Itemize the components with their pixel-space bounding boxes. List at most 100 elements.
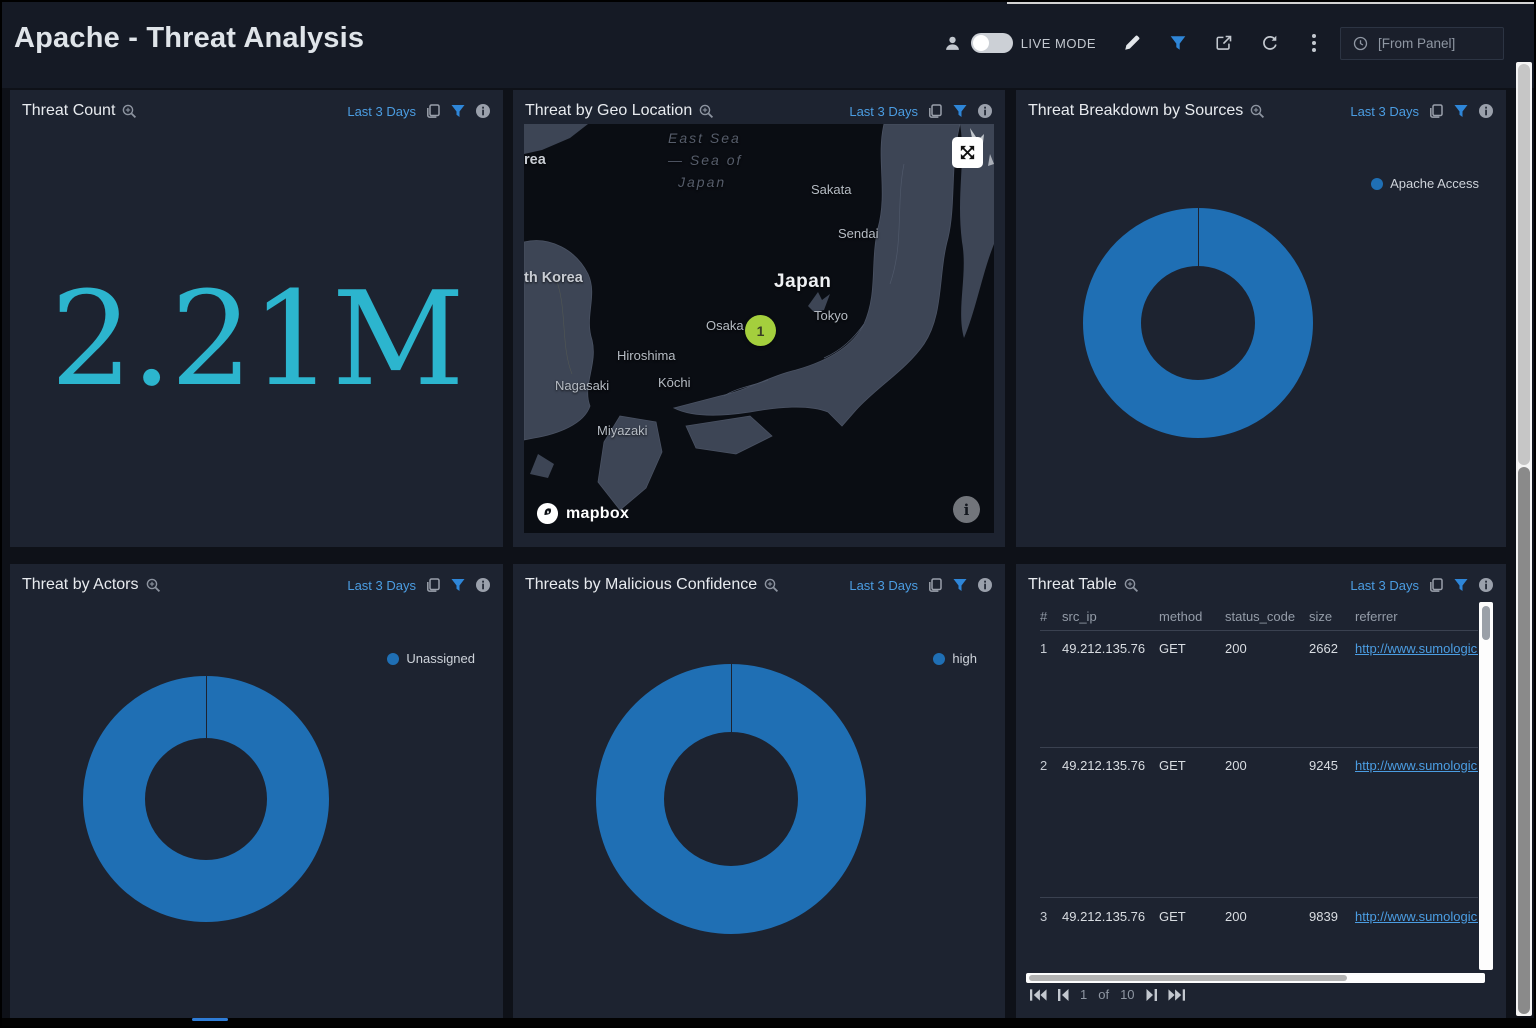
map-info-button[interactable]: i xyxy=(953,496,980,523)
scrollbar-thumb[interactable] xyxy=(1482,606,1490,640)
map-canvas[interactable]: rea East Sea — Sea of Japan Sakata Senda… xyxy=(524,124,994,533)
live-mode-label: LIVE MODE xyxy=(1021,36,1096,51)
table-horizontal-scrollbar[interactable] xyxy=(1026,973,1485,983)
first-page-button[interactable] xyxy=(1030,989,1047,1001)
panel-threat-geo: Threat by Geo Location Last 3 Days xyxy=(513,90,1005,547)
column-header[interactable]: # xyxy=(1040,609,1062,624)
cell-row-number: 3 xyxy=(1040,909,1062,924)
column-header[interactable]: referrer xyxy=(1355,609,1478,624)
user-icon[interactable] xyxy=(941,31,965,55)
cell-status-code: 200 xyxy=(1225,641,1309,656)
panel-time-range[interactable]: Last 3 Days xyxy=(1350,104,1419,119)
table-row[interactable]: 1 49.212.135.76 GET 200 2662 http://www.… xyxy=(1040,638,1478,658)
donut-chart-confidence[interactable] xyxy=(596,664,866,934)
filter-icon[interactable] xyxy=(952,577,968,593)
refresh-icon[interactable] xyxy=(1258,31,1282,55)
info-icon[interactable] xyxy=(1478,103,1494,119)
zoom-in-icon[interactable] xyxy=(764,578,779,593)
top-bar-controls: LIVE MODE [From Panel] xyxy=(941,26,1504,60)
map-label: Japan xyxy=(774,271,831,293)
zoom-in-icon[interactable] xyxy=(1124,578,1139,593)
filter-icon[interactable] xyxy=(450,577,466,593)
cell-row-number: 2 xyxy=(1040,758,1062,773)
panel-header: Threat by Geo Location Last 3 Days xyxy=(513,90,1005,122)
panel-threat-sources: Threat Breakdown by Sources Last 3 Days … xyxy=(1016,90,1506,547)
donut-chart-actors[interactable] xyxy=(83,676,329,922)
panel-time-range[interactable]: Last 3 Days xyxy=(1350,578,1419,593)
map-cluster-marker[interactable]: 1 xyxy=(745,315,776,346)
copy-icon[interactable] xyxy=(1428,577,1444,593)
last-page-button[interactable] xyxy=(1168,989,1185,1001)
zoom-in-icon[interactable] xyxy=(1250,104,1265,119)
panel-time-range[interactable]: Last 3 Days xyxy=(347,578,416,593)
filter-icon[interactable] xyxy=(1453,577,1469,593)
donut-chart-sources[interactable] xyxy=(1083,208,1313,438)
bottom-scroll-indicator[interactable] xyxy=(192,1018,228,1021)
cell-referrer-link[interactable]: http://www.sumologic. xyxy=(1355,909,1478,924)
mapbox-attribution[interactable]: mapbox xyxy=(536,502,629,525)
info-icon[interactable] xyxy=(977,103,993,119)
copy-icon[interactable] xyxy=(425,577,441,593)
table-vertical-scrollbar[interactable] xyxy=(1479,602,1493,970)
threat-count-value: 2.21M xyxy=(50,263,463,415)
table-row[interactable]: 2 49.212.135.76 GET 200 9245 http://www.… xyxy=(1040,755,1478,775)
cell-referrer-link[interactable]: http://www.sumologic. xyxy=(1355,641,1478,656)
map-label: Sakata xyxy=(811,182,851,197)
copy-icon[interactable] xyxy=(927,577,943,593)
copy-icon[interactable] xyxy=(1428,103,1444,119)
map-label: Sendai xyxy=(838,226,878,241)
table-pagination: 1 of 10 xyxy=(1030,987,1185,1002)
panel-header: Threat Breakdown by Sources Last 3 Days xyxy=(1016,90,1506,122)
live-mode-toggle[interactable] xyxy=(971,33,1013,53)
next-page-button[interactable] xyxy=(1146,989,1157,1001)
panel-time-range[interactable]: Last 3 Days xyxy=(849,104,918,119)
info-icon[interactable] xyxy=(977,577,993,593)
info-icon[interactable] xyxy=(475,577,491,593)
zoom-in-icon[interactable] xyxy=(122,104,137,119)
chart-legend[interactable]: Unassigned xyxy=(387,651,475,666)
info-icon[interactable] xyxy=(475,103,491,119)
cell-referrer-link[interactable]: http://www.sumologic. xyxy=(1355,758,1478,773)
page-vertical-scrollbar[interactable] xyxy=(1516,62,1532,1016)
scrollbar-thumb[interactable] xyxy=(1518,64,1530,465)
pagination-of-label: of xyxy=(1098,987,1109,1002)
window-edge xyxy=(1007,2,1536,4)
time-range-selector[interactable]: [From Panel] xyxy=(1340,27,1504,60)
zoom-in-icon[interactable] xyxy=(699,104,714,119)
copy-icon[interactable] xyxy=(927,103,943,119)
kebab-menu-icon[interactable] xyxy=(1304,34,1324,52)
zoom-in-icon[interactable] xyxy=(146,578,161,593)
panel-time-range[interactable]: Last 3 Days xyxy=(347,104,416,119)
panel-title: Threat Breakdown by Sources xyxy=(1028,102,1243,120)
column-header[interactable]: size xyxy=(1309,609,1355,624)
clock-icon xyxy=(1353,36,1368,51)
filter-icon[interactable] xyxy=(450,103,466,119)
column-header[interactable]: method xyxy=(1159,609,1225,624)
prev-page-button[interactable] xyxy=(1058,989,1069,1001)
filter-icon[interactable] xyxy=(1166,31,1190,55)
copy-icon[interactable] xyxy=(425,103,441,119)
filter-icon[interactable] xyxy=(1453,103,1469,119)
scrollbar-track[interactable] xyxy=(1518,467,1530,1014)
legend-swatch xyxy=(1371,178,1383,190)
info-icon[interactable] xyxy=(1478,577,1494,593)
column-header[interactable]: src_ip xyxy=(1062,609,1159,624)
row-divider xyxy=(1040,630,1478,631)
filter-icon[interactable] xyxy=(952,103,968,119)
scrollbar-thumb[interactable] xyxy=(1029,975,1347,981)
slice-seam xyxy=(1198,208,1199,266)
panel-title: Threat Count xyxy=(22,102,115,120)
legend-label: high xyxy=(952,651,977,666)
edit-icon[interactable] xyxy=(1120,31,1144,55)
legend-swatch xyxy=(933,653,945,665)
chart-legend[interactable]: high xyxy=(933,651,977,666)
map-fullscreen-button[interactable] xyxy=(952,137,983,168)
chart-legend[interactable]: Apache Access xyxy=(1371,176,1479,191)
column-header[interactable]: status_code xyxy=(1225,609,1309,624)
panel-title: Threat by Geo Location xyxy=(525,102,692,120)
panel-time-range[interactable]: Last 3 Days xyxy=(849,578,918,593)
cell-src-ip: 49.212.135.76 xyxy=(1062,909,1159,924)
cell-src-ip: 49.212.135.76 xyxy=(1062,758,1159,773)
export-icon[interactable] xyxy=(1212,31,1236,55)
table-row[interactable]: 3 49.212.135.76 GET 200 9839 http://www.… xyxy=(1040,906,1478,926)
